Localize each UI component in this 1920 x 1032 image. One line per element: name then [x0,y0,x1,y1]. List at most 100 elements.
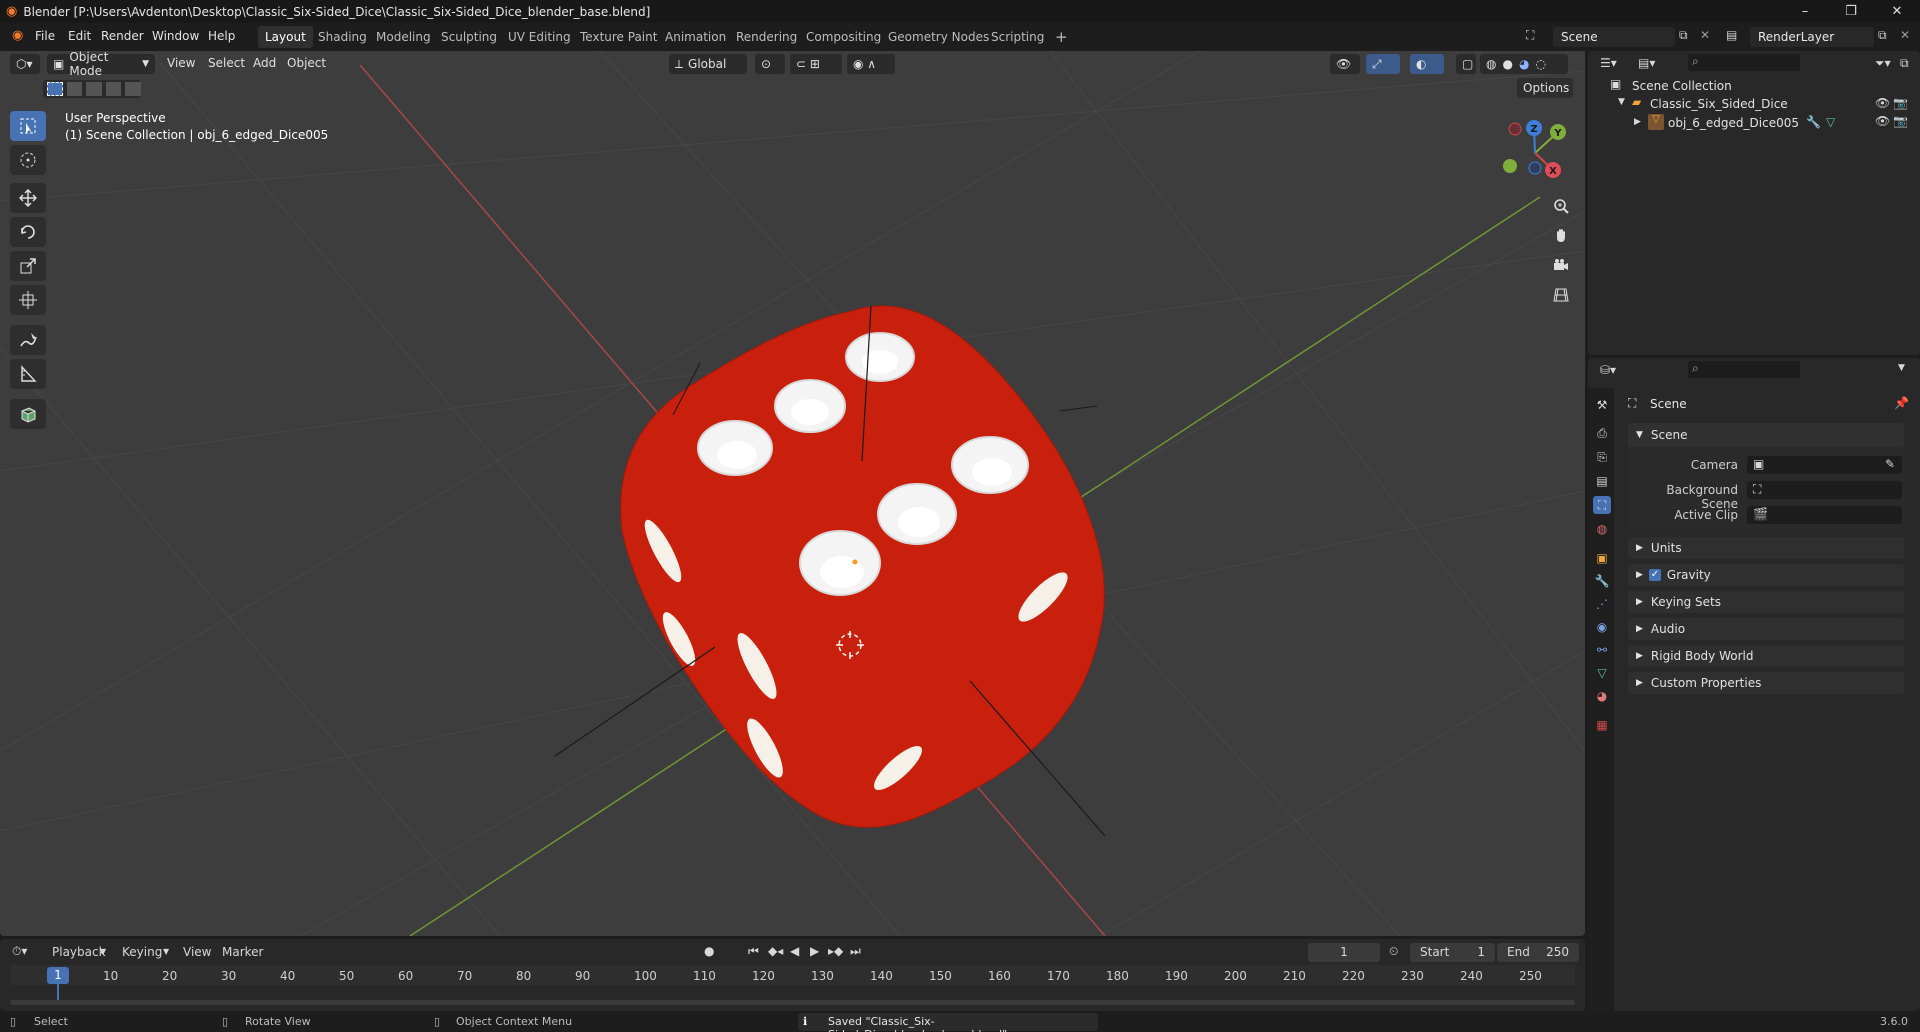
properties-options-icon[interactable]: ▼ [1898,363,1905,373]
tab-texture-paint[interactable]: Texture Paint [573,26,664,48]
expand-object-icon[interactable]: ▶ [1634,117,1641,127]
outliner-object-label[interactable]: obj_6_edged_Dice005 [1668,116,1799,130]
timeline-menu-playback[interactable]: Playback [52,945,106,959]
xray-toggle-icon[interactable]: ▢ [1456,54,1476,74]
tab-compositing[interactable]: Compositing [799,26,888,48]
menu-edit[interactable]: Edit [68,29,91,43]
timeline-scrollbar[interactable] [10,1000,1575,1005]
visibility-icon[interactable]: 👁 [1330,54,1360,74]
3d-viewport[interactable]: User Perspective (1) Scene Collection | … [0,51,1585,936]
units-panel[interactable]: ▶ Units [1628,537,1904,559]
object-visibility-icon[interactable]: 👁 [1875,114,1890,128]
custom-properties-panel[interactable]: ▶ Custom Properties [1628,672,1904,694]
overlays-toggle-icon[interactable]: ◐ [1410,54,1444,74]
viewport-menu-view[interactable]: View [167,56,195,70]
select-intersect-icon[interactable] [125,82,142,96]
delete-view-layer-icon[interactable]: ✕ [1900,28,1910,42]
timeline-menu-view[interactable]: View [183,945,211,959]
scene-icon[interactable]: ⛶ [1526,28,1534,43]
new-view-layer-icon[interactable]: ⧉ [1878,28,1887,43]
timeline-editor-type-icon[interactable]: ⏱▾ [12,944,27,959]
add-cube-tool-icon[interactable] [10,399,46,429]
constraints-tab-icon[interactable]: ⚯ [1593,641,1611,659]
object-render-icon[interactable]: 📷 [1893,114,1908,128]
tab-layout[interactable]: Layout [258,26,313,48]
solid-shading-icon[interactable]: ● [1502,57,1512,71]
properties-search-input[interactable]: ⌕ [1688,361,1800,378]
camera-view-icon[interactable] [1548,252,1574,278]
modifiers-tab-icon[interactable]: 🔧 [1593,572,1611,590]
viewport-menu-add[interactable]: Add [253,56,276,70]
jump-start-icon[interactable]: ⏮ [748,944,759,959]
particles-tab-icon[interactable]: ⋰ [1593,595,1611,613]
timeline-menu-marker[interactable]: Marker [222,945,263,959]
zoom-icon[interactable] [1548,193,1574,219]
pivot-point-icon[interactable]: ⊙ [755,54,785,74]
outliner-editor-type-icon[interactable]: ☰▾ [1600,56,1617,70]
rotate-tool-icon[interactable] [10,217,46,247]
gizmo-toggle-icon[interactable]: ⤢ [1366,54,1400,74]
viewport-menu-object[interactable]: Object [287,56,326,70]
scene-panel-header[interactable]: ▼ Scene [1628,423,1904,447]
snap-icon[interactable]: ⊂ ⊞ [790,54,842,74]
display-mode-icon[interactable]: ▤▾ [1638,56,1655,70]
physics-tab-icon[interactable]: ◉ [1593,618,1611,636]
start-frame-field[interactable]: Start 1 [1410,943,1495,962]
options-button[interactable]: Options [1517,78,1573,98]
rigid-body-world-panel[interactable]: ▶ Rigid Body World [1628,645,1904,667]
selection-mode-buttons[interactable] [43,80,142,98]
transform-tool-icon[interactable] [10,285,46,315]
end-frame-field[interactable]: End 250 [1497,943,1579,962]
viewport-menu-select[interactable]: Select [208,56,245,70]
minimize-button[interactable]: – [1782,0,1828,23]
output-tab-icon[interactable]: ⎘ [1593,448,1611,466]
render-tab-icon[interactable]: ⎙ [1593,424,1611,442]
texture-tab-icon[interactable]: ▦ [1593,716,1611,734]
tab-sculpting[interactable]: Sculpting [434,26,504,48]
tool-tab-icon[interactable]: ⚒ [1593,396,1611,414]
use-preview-range-icon[interactable]: ⏲ [1389,944,1398,959]
pin-icon[interactable]: 📌 [1894,396,1909,410]
shading-modes[interactable]: ◍ ● ◕ ◌ [1480,54,1568,74]
measure-tool-icon[interactable] [10,359,46,389]
cursor-tool-icon[interactable] [10,145,46,175]
close-button[interactable]: ✕ [1874,0,1920,23]
auto-keying-icon[interactable]: ● [704,944,714,958]
restore-button[interactable]: ❐ [1828,0,1874,23]
tab-modeling[interactable]: Modeling [369,26,438,48]
object-tab-icon[interactable]: ▣ [1593,549,1611,567]
wireframe-shading-icon[interactable]: ◍ [1486,57,1496,71]
mesh-data-icon[interactable]: ▽ [1826,115,1835,129]
blender-menu-icon[interactable]: ◉ [12,28,23,43]
pan-hand-icon[interactable] [1548,222,1574,248]
tab-shading[interactable]: Shading [311,26,374,48]
jump-end-icon[interactable]: ⏭ [850,944,861,959]
play-reverse-icon[interactable]: ◀ [790,944,799,958]
rendered-shading-icon[interactable]: ◌ [1535,57,1545,71]
material-shading-icon[interactable]: ◕ [1519,57,1529,71]
view-layer-tab-icon[interactable]: ▤ [1593,472,1611,490]
scale-tool-icon[interactable] [10,251,46,281]
tab-rendering[interactable]: Rendering [729,26,804,48]
menu-help[interactable]: Help [208,29,235,43]
modifier-icon[interactable]: 🔧 [1806,115,1821,129]
filter-icon[interactable]: ⏷▾ [1875,56,1891,71]
camera-field[interactable]: ▣ ✎ [1747,456,1902,474]
active-clip-field[interactable]: 🎬 [1747,506,1902,524]
tab-uv-editing[interactable]: UV Editing [501,26,578,48]
view-layer-icon[interactable]: ▤ [1726,28,1737,42]
timeline-menu-keying[interactable]: Keying [122,945,162,959]
scene-tab-icon[interactable]: ⛶ [1593,496,1611,514]
keying-sets-panel[interactable]: ▶ Keying Sets [1628,591,1904,613]
play-icon[interactable]: ▶ [810,944,819,958]
select-extend-icon[interactable] [66,82,83,96]
gravity-checkbox[interactable]: ✓ [1648,569,1661,581]
editor-type-icon[interactable]: ⬡▾ [10,54,40,74]
jump-prev-keyframe-icon[interactable]: ◆◂ [768,944,783,958]
collection-visibility-icon[interactable]: 👁 [1875,96,1890,110]
playhead[interactable]: 1 [47,967,69,984]
outliner-collection-label[interactable]: Classic_Six_Sided_Dice [1650,97,1788,111]
new-collection-icon[interactable]: ⧉ [1900,56,1909,71]
tab-scripting[interactable]: Scripting [984,26,1051,48]
new-scene-icon[interactable]: ⧉ [1679,28,1688,43]
